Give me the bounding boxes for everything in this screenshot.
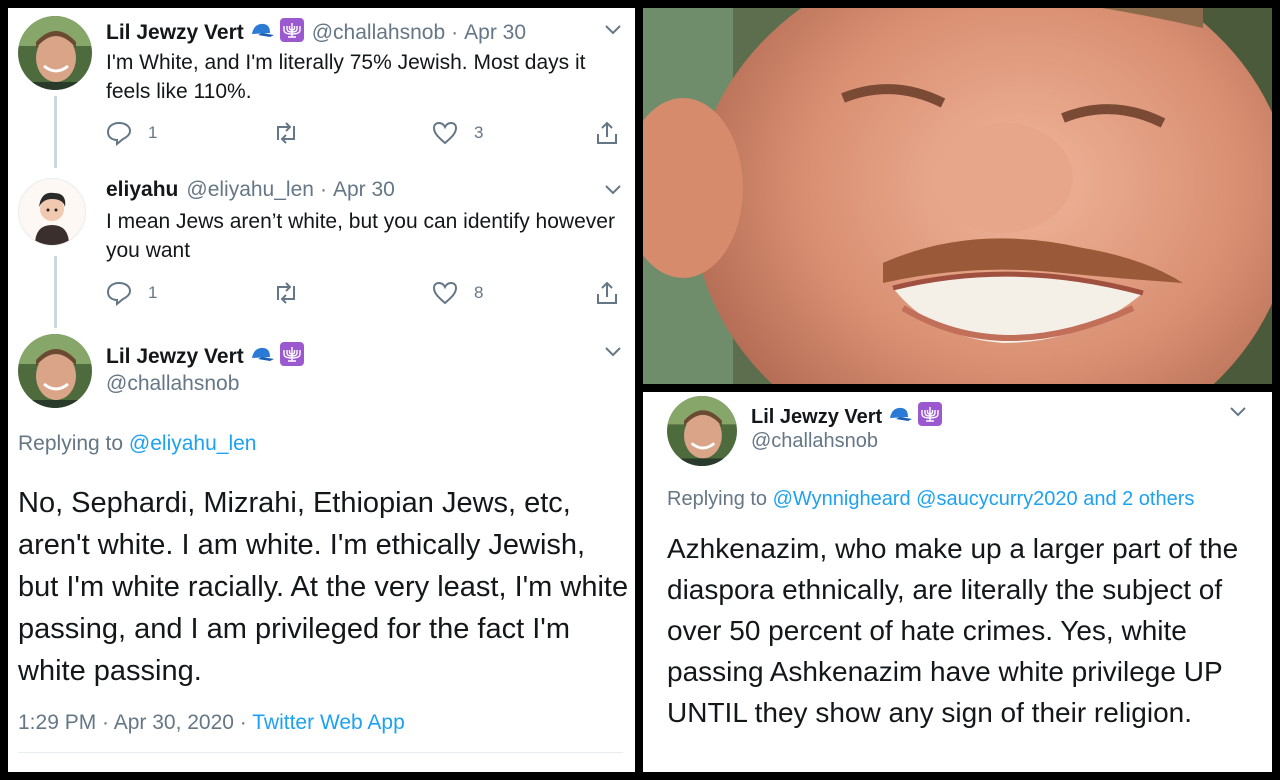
tweet-text: I'm White, and I'm literally 75% Jewish.… (106, 51, 586, 103)
blue-cap-emoji (888, 405, 913, 429)
reply-count: 1 (148, 123, 158, 142)
share-button[interactable] (594, 120, 635, 146)
smiling-face-photo (643, 8, 1272, 384)
like-count: 8 (474, 283, 484, 302)
divider (18, 752, 623, 753)
thread-line (54, 96, 57, 168)
replying-to-line: Replying to @eliyahu_len (18, 432, 256, 456)
like-button[interactable]: 8 (432, 280, 483, 306)
reply-count: 1 (148, 283, 158, 302)
menorah-emoji (279, 342, 304, 372)
tweet-text: I mean Jews aren’t white, but you can id… (106, 210, 615, 262)
tweet-text: Azhkenazim, who make up a larger part of… (667, 533, 1239, 728)
user-handle[interactable]: @challahsnob (312, 21, 445, 45)
reply-icon (106, 121, 132, 146)
avatar[interactable] (18, 334, 92, 408)
user-photo-avatar (18, 16, 92, 90)
illustrated-avatar (19, 179, 85, 245)
share-icon (597, 281, 617, 304)
reply-button[interactable]: 1 (106, 280, 157, 306)
share-button[interactable] (594, 280, 635, 306)
display-name[interactable]: eliyahu (106, 178, 178, 202)
retweet-icon (277, 282, 295, 304)
display-name[interactable]: Lil Jewzy Vert (106, 345, 244, 369)
menorah-emoji (279, 18, 304, 48)
display-name[interactable]: Lil Jewzy Vert (751, 406, 882, 429)
avatar[interactable] (18, 178, 86, 246)
tweet-actions: 1 3 (106, 120, 626, 148)
user-handle[interactable]: @eliyahu_len (186, 178, 314, 202)
user-handle[interactable]: @challahsnob (106, 372, 239, 396)
menorah-emoji (918, 402, 943, 432)
avatar[interactable] (667, 396, 737, 466)
user-photo-avatar (667, 396, 737, 466)
like-icon (432, 121, 458, 145)
blue-cap-emoji (250, 21, 274, 45)
chevron-down-icon[interactable] (604, 346, 622, 358)
dot-separator: · (319, 178, 327, 201)
display-name[interactable]: Lil Jewzy Vert (106, 21, 244, 45)
tweet-handle-line: @challahsnob (106, 372, 239, 396)
replying-to-prefix: Replying to (667, 488, 768, 510)
thread-line (54, 256, 57, 328)
like-count: 3 (474, 123, 484, 142)
tweet-date[interactable]: Apr 30 (464, 21, 526, 45)
tweet-header: Lil Jewzy Vert (106, 342, 304, 372)
chevron-down-icon[interactable] (604, 24, 622, 36)
retweet-button[interactable] (272, 280, 316, 306)
tweet-time[interactable]: 1:29 PM · Apr 30, 2020 · (18, 711, 247, 734)
right-screenshot-panel: Lil Jewzy Vert @challahsnob Replying to … (643, 392, 1272, 772)
replying-to-line: Replying to @Wynnigheard @saucycurry2020… (667, 488, 1194, 511)
chevron-down-icon[interactable] (604, 184, 622, 196)
tweet-handle-line: @challahsnob (751, 430, 878, 453)
dot-separator: · (451, 21, 459, 44)
tweet-header: Lil Jewzy Vert (751, 402, 943, 432)
tweet-header: eliyahu @eliyahu_len · Apr 30 (106, 178, 395, 202)
tweet-header: Lil Jewzy Vert @challahsnob · Apr 30 (106, 18, 526, 48)
tweet-text: No, Sephardi, Mizrahi, Ethiopian Jews, e… (18, 487, 629, 687)
reply-icon (106, 281, 132, 306)
like-button[interactable]: 3 (432, 120, 483, 146)
retweet-icon (277, 122, 295, 144)
share-icon (597, 121, 617, 144)
avatar[interactable] (18, 16, 92, 90)
reply-button[interactable]: 1 (106, 120, 157, 146)
replying-to-prefix: Replying to (18, 432, 124, 455)
replying-to-link[interactable]: @Wynnigheard @saucycurry2020 and 2 other… (773, 488, 1195, 510)
chevron-down-icon[interactable] (1229, 406, 1247, 418)
retweet-button[interactable] (272, 120, 316, 146)
user-handle[interactable]: @challahsnob (751, 430, 878, 453)
tweet-date[interactable]: Apr 30 (333, 178, 395, 202)
like-icon (432, 281, 458, 305)
user-photo-avatar (18, 334, 92, 408)
replying-to-link[interactable]: @eliyahu_len (129, 432, 257, 455)
tweet-timestamp-line: 1:29 PM · Apr 30, 2020 · Twitter Web App (18, 711, 405, 735)
blue-cap-emoji (250, 345, 274, 369)
closeup-photo (643, 8, 1272, 384)
left-screenshot-panel: Lil Jewzy Vert @challahsnob · Apr 30 I'm… (8, 8, 635, 772)
tweet-actions: 1 8 (106, 280, 626, 308)
tweet-source-link[interactable]: Twitter Web App (252, 711, 405, 734)
